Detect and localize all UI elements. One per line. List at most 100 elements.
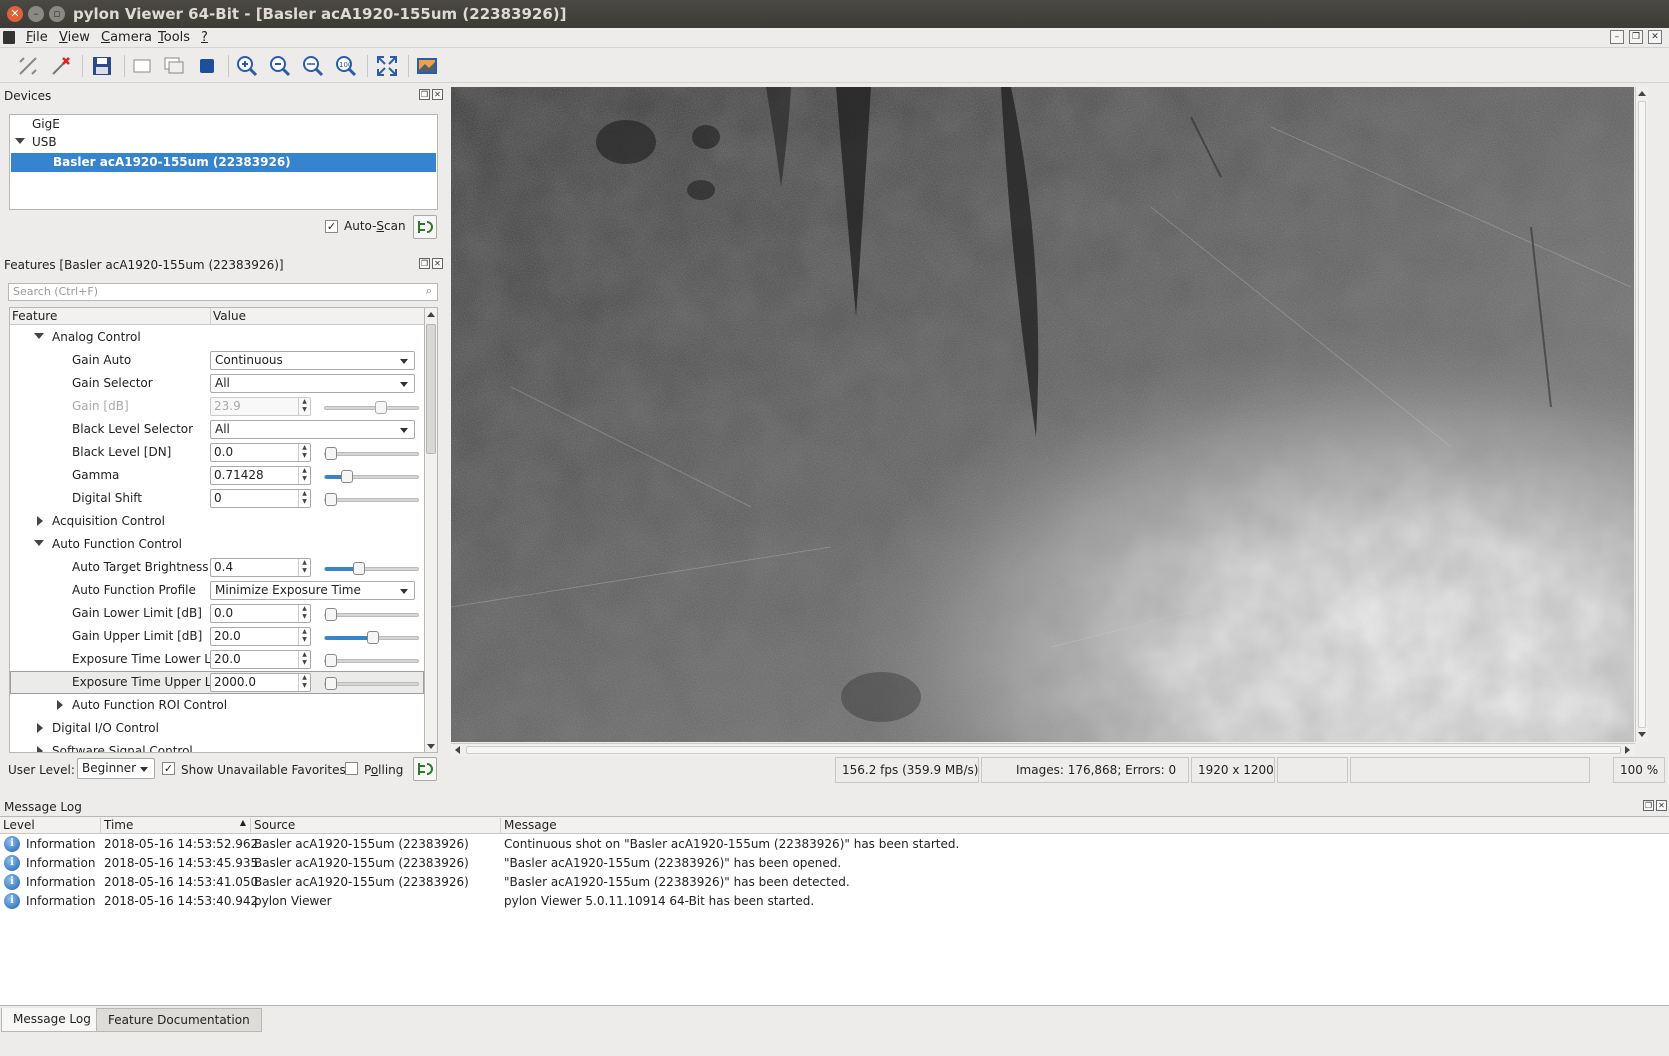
maximize-icon[interactable]: ▫ bbox=[49, 6, 65, 22]
column-time[interactable]: Time ▲ bbox=[100, 818, 250, 834]
collapse-arrow-icon[interactable] bbox=[57, 700, 63, 710]
feature-scrollbar[interactable] bbox=[425, 307, 438, 753]
scrollbar-thumb[interactable] bbox=[1638, 101, 1646, 728]
expand-arrow-icon[interactable] bbox=[34, 540, 44, 546]
log-row[interactable]: i Information 2018-05-16 14:53:52.962 Ba… bbox=[0, 835, 1669, 854]
column-feature[interactable]: Feature bbox=[12, 309, 57, 323]
tab-message-log[interactable]: Message Log bbox=[1, 1008, 103, 1032]
image-vertical-scrollbar[interactable] bbox=[1635, 87, 1648, 742]
category-auto-function-roi-control[interactable]: Auto Function ROI Control bbox=[10, 694, 424, 717]
zoom-out-icon[interactable] bbox=[266, 52, 294, 80]
auto-function-profile-select[interactable]: Minimize Exposure Time bbox=[210, 581, 415, 600]
panel-close-icon[interactable]: ✕ bbox=[432, 258, 443, 269]
gain-upper-limit-slider[interactable] bbox=[324, 631, 419, 644]
save-icon[interactable] bbox=[88, 52, 116, 80]
zoom-in-icon[interactable] bbox=[233, 52, 261, 80]
column-source[interactable]: Source bbox=[250, 818, 295, 834]
scroll-down-icon[interactable] bbox=[427, 744, 435, 749]
gain-upper-limit-spinbox[interactable]: 20.0 ▲ ▼ bbox=[210, 627, 311, 646]
continuous-shot-icon[interactable] bbox=[160, 52, 188, 80]
panel-close-icon[interactable]: ✕ bbox=[1656, 800, 1667, 811]
image-window-icon[interactable] bbox=[413, 52, 441, 80]
panel-close-icon[interactable]: ✕ bbox=[432, 89, 443, 100]
float-icon[interactable]: ❐ bbox=[419, 89, 430, 100]
black-level-spinbox[interactable]: 0.0 ▲ ▼ bbox=[210, 443, 311, 462]
scroll-up-icon[interactable] bbox=[427, 312, 435, 317]
gain-selector-select[interactable]: All bbox=[210, 374, 415, 393]
black-level-selector-select[interactable]: All bbox=[210, 420, 415, 439]
minimize-icon[interactable]: – bbox=[28, 6, 44, 22]
log-row[interactable]: i Information 2018-05-16 14:53:45.935 Ba… bbox=[0, 854, 1669, 873]
single-shot-icon[interactable] bbox=[128, 52, 156, 80]
column-level[interactable]: Level bbox=[0, 818, 35, 834]
menu-view[interactable]: View bbox=[59, 30, 90, 45]
feature-exposure-time-upper-limit[interactable]: Exposure Time Upper L... 2000.0 ▲ ▼ bbox=[10, 671, 424, 694]
auto-scan-checkbox[interactable]: ✓ bbox=[325, 220, 338, 233]
menu-file[interactable]: File bbox=[26, 30, 48, 45]
scroll-up-icon[interactable] bbox=[1638, 91, 1646, 96]
mdi-minimize-icon[interactable]: – bbox=[1610, 30, 1624, 44]
show-unavailable-checkbox[interactable]: ✓ bbox=[162, 762, 175, 775]
tree-item-camera[interactable]: Basler acA1920-155um (22383926) bbox=[11, 153, 436, 172]
tree-item-usb[interactable]: USB bbox=[32, 135, 57, 149]
category-digital-io-control[interactable]: Digital I/O Control bbox=[10, 717, 424, 740]
menu-tools[interactable]: Tools bbox=[158, 30, 190, 45]
zoom-fit-icon[interactable] bbox=[299, 52, 327, 80]
gain-lower-limit-slider[interactable] bbox=[324, 608, 419, 621]
scroll-right-icon[interactable] bbox=[1625, 746, 1630, 754]
collapse-arrow-icon[interactable] bbox=[37, 746, 43, 752]
gamma-spinbox[interactable]: 0.71428 ▲ ▼ bbox=[210, 466, 311, 485]
mdi-close-icon[interactable]: ✕ bbox=[1648, 30, 1662, 44]
refresh-features-button[interactable] bbox=[413, 757, 437, 781]
scroll-left-icon[interactable] bbox=[455, 746, 460, 754]
polling-checkbox[interactable] bbox=[345, 762, 358, 775]
scrollbar-thumb[interactable] bbox=[466, 746, 1621, 754]
expand-arrow-icon[interactable] bbox=[34, 333, 44, 339]
gain-auto-select[interactable]: Continuous bbox=[210, 351, 415, 370]
status-bar: 156.2 fps (359.9 MB/s) Images: 176,868; … bbox=[451, 757, 1669, 785]
log-row[interactable]: i Information 2018-05-16 14:53:40.942 py… bbox=[0, 892, 1669, 911]
category-auto-function-control[interactable]: Auto Function Control bbox=[10, 533, 424, 556]
auto-target-brightness-slider[interactable] bbox=[324, 562, 419, 575]
exposure-time-upper-spinbox[interactable]: 2000.0 ▲ ▼ bbox=[210, 673, 311, 692]
zoom-100-icon[interactable]: 100 bbox=[332, 52, 360, 80]
exposure-time-upper-slider[interactable] bbox=[324, 677, 419, 690]
scrollbar-thumb[interactable] bbox=[426, 324, 436, 454]
category-analog-control[interactable]: Analog Control bbox=[10, 326, 424, 349]
feature-black-level-selector: Black Level Selector All bbox=[10, 418, 424, 441]
feature-search-input[interactable]: Search (Ctrl+F) ⌕ bbox=[8, 283, 438, 301]
open-device-icon[interactable] bbox=[14, 52, 42, 80]
log-row[interactable]: i Information 2018-05-16 14:53:41.050 Ba… bbox=[0, 873, 1669, 892]
gamma-slider[interactable] bbox=[324, 470, 419, 483]
category-acquisition-control[interactable]: Acquisition Control bbox=[10, 510, 424, 533]
fullscreen-icon[interactable] bbox=[373, 52, 401, 80]
menu-camera[interactable]: Camera bbox=[101, 30, 152, 45]
image-horizontal-scrollbar[interactable] bbox=[451, 743, 1635, 756]
mdi-restore-icon[interactable]: ❐ bbox=[1629, 30, 1643, 44]
menu-help[interactable]: ? bbox=[201, 30, 208, 45]
user-level-select[interactable]: Beginner bbox=[77, 758, 155, 779]
tree-item-gige[interactable]: GigE bbox=[32, 117, 60, 131]
collapse-arrow-icon[interactable] bbox=[37, 516, 43, 526]
camera-image-view[interactable] bbox=[451, 87, 1634, 742]
auto-target-brightness-spinbox[interactable]: 0.4 ▲ ▼ bbox=[210, 558, 311, 577]
stop-icon[interactable] bbox=[193, 52, 221, 80]
gain-lower-limit-spinbox[interactable]: 0.0 ▲ ▼ bbox=[210, 604, 311, 623]
column-value[interactable]: Value bbox=[213, 309, 246, 323]
refresh-devices-button[interactable] bbox=[413, 215, 437, 239]
scroll-down-icon[interactable] bbox=[1638, 732, 1646, 737]
black-level-slider[interactable] bbox=[324, 447, 419, 460]
collapse-arrow-icon[interactable] bbox=[37, 723, 43, 733]
float-icon[interactable]: ❐ bbox=[1643, 800, 1654, 811]
close-icon[interactable]: ✕ bbox=[7, 6, 23, 22]
float-icon[interactable]: ❐ bbox=[419, 258, 430, 269]
category-software-signal-control[interactable]: Software Signal Control bbox=[10, 740, 424, 752]
tab-feature-documentation[interactable]: Feature Documentation bbox=[96, 1008, 262, 1032]
digital-shift-spinbox[interactable]: 0 ▲ ▼ bbox=[210, 489, 311, 508]
exposure-time-lower-slider[interactable] bbox=[324, 654, 419, 667]
column-message[interactable]: Message bbox=[500, 818, 557, 834]
exposure-time-lower-spinbox[interactable]: 20.0 ▲ ▼ bbox=[210, 650, 311, 669]
digital-shift-slider[interactable] bbox=[324, 493, 419, 506]
close-device-icon[interactable] bbox=[47, 52, 75, 80]
expand-arrow-icon[interactable] bbox=[15, 138, 25, 144]
